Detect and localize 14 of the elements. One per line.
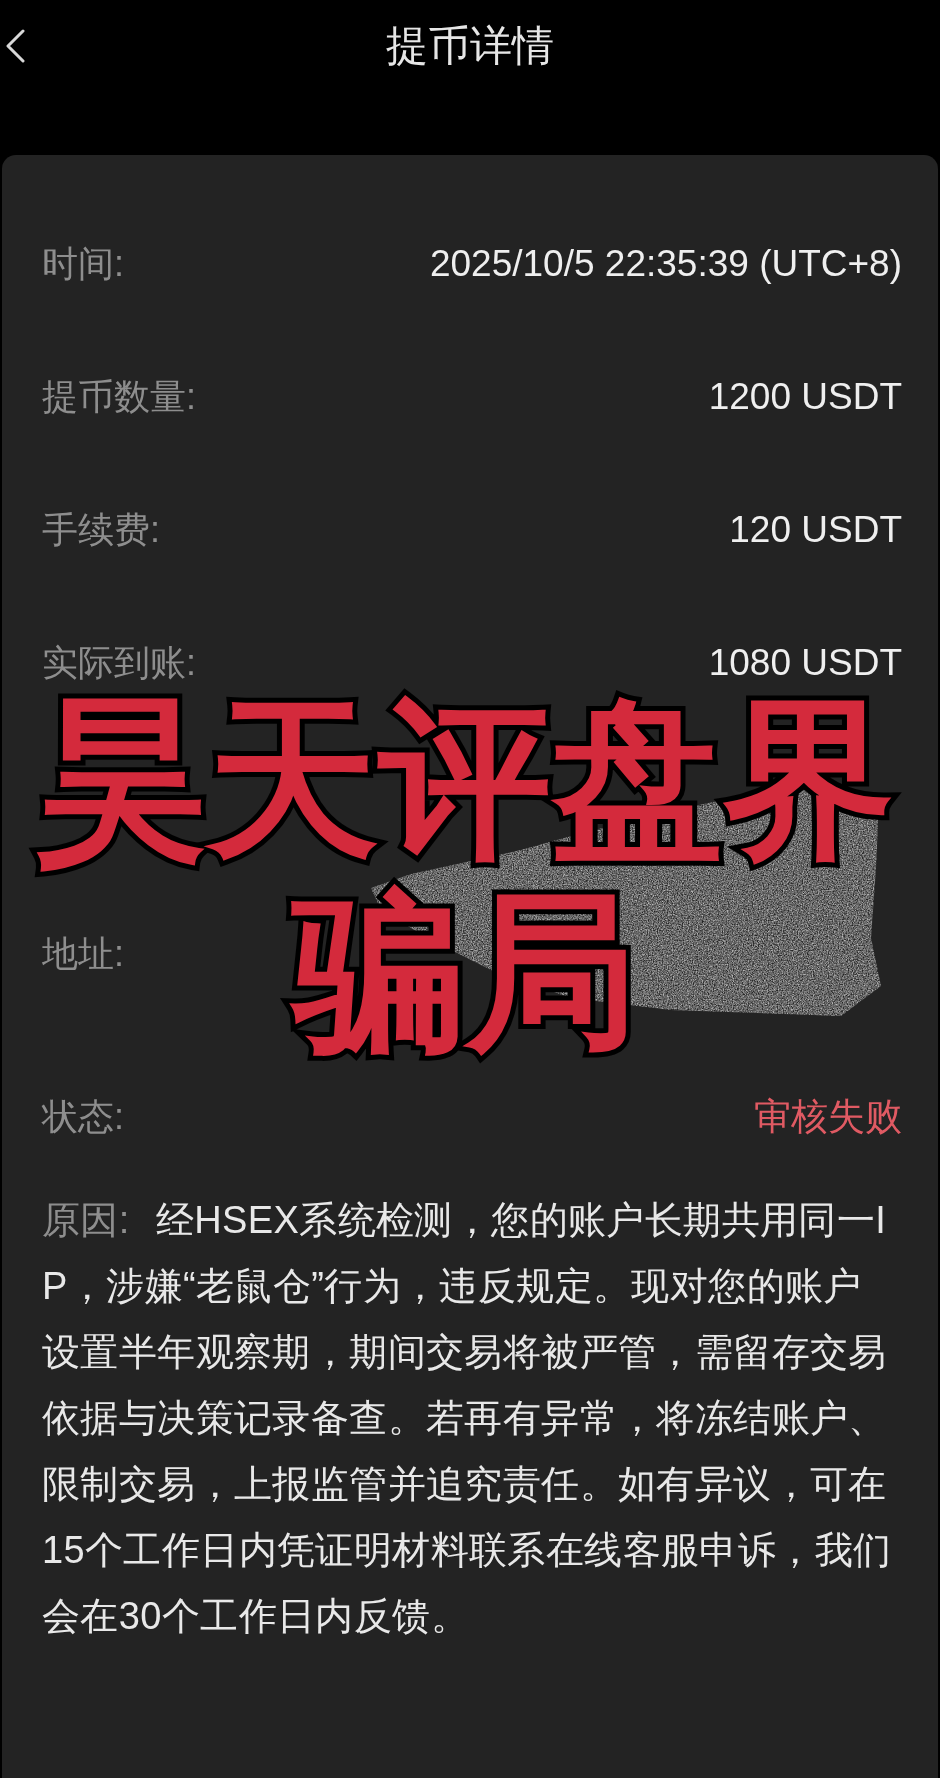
detail-label: 状态: bbox=[42, 1096, 124, 1137]
detail-value: 1200 USDT bbox=[708, 376, 902, 417]
status-value: 审核失败 bbox=[754, 1096, 902, 1137]
detail-value: 2025/10/5 22:35:39 (UTC+8) bbox=[429, 243, 902, 284]
detail-value: 1080 USDT bbox=[708, 642, 902, 683]
back-icon[interactable] bbox=[5, 29, 25, 63]
detail-value: 120 USDT bbox=[729, 509, 902, 550]
detail-label: 时间: bbox=[42, 243, 124, 284]
detail-label: 实际到账: bbox=[42, 642, 196, 683]
detail-label: 提币数量: bbox=[42, 376, 196, 417]
page-title: 提币详情 bbox=[386, 21, 554, 71]
detail-label: 地址: bbox=[42, 934, 124, 974]
reason-text: 原因: 经HSEX系统检测，您的账户长期共用同一IP，涉嫌“老鼠仓”行为，违反规定。现对您的账户设置半年观察期，期间交易将被严管，需留存交易依据与决策记录备查。若再有异常，将冻结账户、限制交易，上报监管并追究责任。如有异议，可在15个工作日内凭证明材料联系在线客服申诉，我们会在30个工作日内反馈。 bbox=[42, 1198, 893, 1639]
detail-label: 手续费: bbox=[42, 509, 160, 550]
